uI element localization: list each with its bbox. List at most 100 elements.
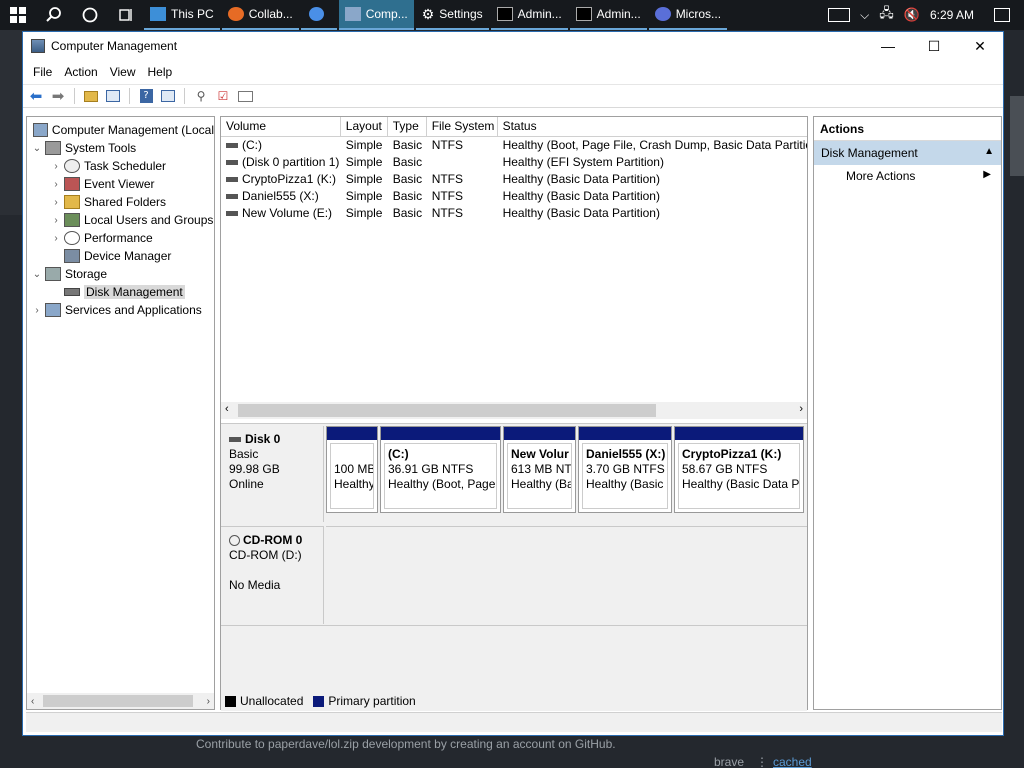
volume-list-horizontal-scrollbar[interactable]: ‹ › xyxy=(221,402,807,419)
start-button[interactable] xyxy=(0,0,36,30)
chevron-down-icon[interactable]: ⌄ xyxy=(31,143,43,154)
scroll-thumb[interactable] xyxy=(238,404,656,417)
actions-pane: Actions Disk Management ▲ More Actions ▶ xyxy=(813,116,1002,710)
column-type[interactable]: Type xyxy=(388,117,427,136)
table-row[interactable]: (C:) Simple Basic NTFS Healthy (Boot, Pa… xyxy=(221,138,807,155)
notification-icon[interactable] xyxy=(994,8,1010,22)
volume-status: Healthy (EFI System Partition) xyxy=(502,155,664,169)
tools-icon xyxy=(45,141,61,155)
scroll-thumb[interactable] xyxy=(43,695,193,707)
taskbar: This PC Collab... Comp... ⚙ Settings Admi… xyxy=(0,0,1024,30)
minimize-button[interactable]: — xyxy=(865,32,911,60)
help-icon[interactable]: ? xyxy=(137,87,155,105)
tree-item-task-scheduler[interactable]: › Task Scheduler xyxy=(27,157,214,175)
system-tray: ⌵ 🖧 🔇 6:29 AM xyxy=(828,4,1024,26)
keyboard-icon[interactable] xyxy=(828,8,851,22)
menu-help[interactable]: Help xyxy=(142,65,179,79)
menu-view[interactable]: View xyxy=(104,65,142,79)
chevron-down-icon[interactable]: ⌄ xyxy=(31,269,43,280)
partition-efi[interactable]: 100 MB Healthy xyxy=(326,426,378,513)
tree-item-local-users[interactable]: › Local Users and Groups xyxy=(27,211,214,229)
column-layout[interactable]: Layout xyxy=(341,117,388,136)
volume-muted-icon[interactable]: 🔇 xyxy=(904,7,920,23)
more-actions-menu[interactable]: More Actions ▶ xyxy=(814,165,1001,187)
tree-item-services-applications[interactable]: › Services and Applications xyxy=(27,301,214,319)
search-button[interactable] xyxy=(36,0,72,30)
up-folder-icon[interactable] xyxy=(82,87,100,105)
chevron-up-icon[interactable]: ⌵ xyxy=(860,8,869,23)
partition-k[interactable]: CryptoPizza1 (K:) 58.67 GB NTFS Healthy (B… xyxy=(674,426,804,513)
menu-action[interactable]: Action xyxy=(58,65,103,79)
list-view-icon[interactable] xyxy=(236,87,254,105)
tree-item-shared-folders[interactable]: › Shared Folders xyxy=(27,193,214,211)
tree-item-event-viewer[interactable]: › Event Viewer xyxy=(27,175,214,193)
chevron-right-icon[interactable]: › xyxy=(50,161,62,172)
table-row[interactable]: New Volume (E:) Simple Basic NTFS Health… xyxy=(221,206,807,223)
tree-item-disk-management[interactable]: Disk Management xyxy=(27,283,214,301)
check-icon[interactable]: ☑ xyxy=(214,87,232,105)
disk-0-state: Online xyxy=(229,477,264,491)
chevron-right-icon[interactable]: › xyxy=(50,197,62,208)
scroll-right-icon[interactable]: › xyxy=(207,696,210,707)
taskbar-app-computer-management[interactable]: Comp... xyxy=(338,0,414,30)
background-brave-text: brave xyxy=(714,755,745,768)
background-scrollbar[interactable] xyxy=(1010,96,1024,176)
column-status[interactable]: Status xyxy=(498,117,807,136)
volume-layout: Simple xyxy=(345,172,383,186)
disk-0-label[interactable]: Disk 0 Basic 99.98 GB Online xyxy=(221,426,324,522)
taskbar-app-this-pc[interactable]: This PC xyxy=(144,0,220,30)
chevron-right-icon[interactable]: › xyxy=(50,215,62,226)
forward-arrow-icon[interactable]: ➡ xyxy=(49,87,67,105)
taskbar-app-firefox[interactable]: Collab... xyxy=(221,0,299,30)
maximize-button[interactable]: ☐ xyxy=(911,32,957,60)
scroll-left-icon[interactable]: ‹ xyxy=(225,403,229,415)
task-view-button[interactable] xyxy=(108,0,144,30)
title-bar[interactable]: Computer Management — ☐ ✕ xyxy=(23,32,1003,60)
close-button[interactable]: ✕ xyxy=(957,32,1003,60)
column-file-system[interactable]: File System xyxy=(427,117,498,136)
device-manager-icon xyxy=(64,249,80,263)
tree-horizontal-scrollbar[interactable]: ‹ › xyxy=(27,693,214,709)
taskbar-app-chromium[interactable] xyxy=(300,0,337,30)
disk-view-divider xyxy=(221,625,807,626)
tree-item-performance[interactable]: › Performance xyxy=(27,229,214,247)
volume-layout: Simple xyxy=(345,206,383,220)
partition-c[interactable]: (C:) 36.91 GB NTFS Healthy (Boot, Page xyxy=(380,426,501,513)
back-arrow-icon[interactable]: ⬅ xyxy=(27,87,45,105)
network-icon[interactable]: 🖧 xyxy=(879,4,894,26)
connect-icon[interactable]: ⚲ xyxy=(192,87,210,105)
chevron-up-icon: ▲ xyxy=(984,146,994,157)
partition-e[interactable]: New Volur 613 MB NTI Healthy (Ba xyxy=(503,426,576,513)
table-row[interactable]: CryptoPizza1 (K:) Simple Basic NTFS Heal… xyxy=(221,172,807,189)
cortana-button[interactable] xyxy=(72,0,108,30)
scroll-right-icon[interactable]: › xyxy=(799,403,803,415)
tree-item-computer-management[interactable]: Computer Management (Local xyxy=(27,121,214,139)
navigation-tree: Computer Management (Local ⌄ System Tools… xyxy=(26,116,215,710)
menu-file[interactable]: File xyxy=(27,65,58,79)
background-cached-link[interactable]: cached xyxy=(773,755,812,768)
tree-item-device-manager[interactable]: Device Manager xyxy=(27,247,214,265)
chevron-right-icon[interactable]: › xyxy=(31,305,43,316)
command-prompt-icon xyxy=(575,7,592,21)
taskbar-app-admin-2[interactable]: Admin... xyxy=(569,0,647,30)
chevron-right-icon[interactable]: › xyxy=(50,233,62,244)
taskbar-app-microsoft[interactable]: Micros... xyxy=(648,0,728,30)
scroll-left-icon[interactable]: ‹ xyxy=(31,696,34,707)
tree-item-storage[interactable]: ⌄ Storage xyxy=(27,265,214,283)
clock-icon xyxy=(64,159,80,173)
clock[interactable]: 6:29 AM xyxy=(930,8,974,22)
actions-section-disk-management[interactable]: Disk Management ▲ xyxy=(814,141,1001,165)
partition-type-bar xyxy=(504,427,575,440)
column-volume[interactable]: Volume xyxy=(221,117,341,136)
table-row[interactable]: Daniel555 (X:) Simple Basic NTFS Healthy… xyxy=(221,189,807,206)
partition-x[interactable]: Daniel555 (X:) 3.70 GB NTFS Healthy (Basic… xyxy=(578,426,672,513)
chevron-right-icon[interactable]: › xyxy=(50,179,62,190)
tree-item-system-tools[interactable]: ⌄ System Tools xyxy=(27,139,214,157)
table-row[interactable]: (Disk 0 partition 1) Simple Basic Health… xyxy=(221,155,807,172)
properties-icon[interactable] xyxy=(159,87,177,105)
volume-name: CryptoPizza1 (K:) xyxy=(242,172,337,186)
taskbar-app-admin-1[interactable]: Admin... xyxy=(490,0,568,30)
cdrom-0-label[interactable]: CD-ROM 0 CD-ROM (D:) No Media xyxy=(221,526,324,624)
taskbar-app-settings[interactable]: ⚙ Settings xyxy=(415,0,489,30)
show-hide-tree-icon[interactable] xyxy=(104,87,122,105)
